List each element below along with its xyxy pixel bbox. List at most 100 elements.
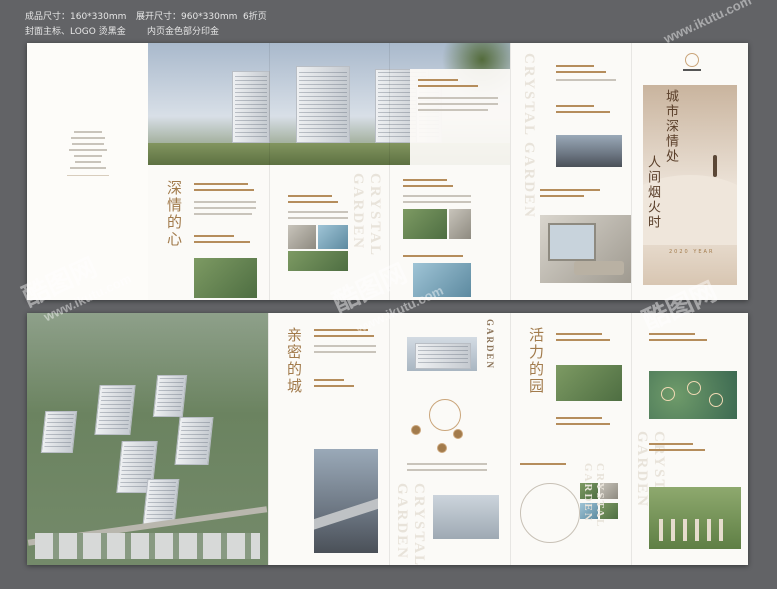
photo-families	[649, 487, 741, 549]
map-landscape-plan	[649, 371, 737, 419]
divider	[67, 175, 109, 176]
fold-line	[389, 43, 390, 300]
cover-year: 2020 YEAR	[669, 249, 715, 255]
text-line	[403, 179, 447, 181]
section-title-p2: 深情的心	[165, 180, 183, 248]
text-line	[288, 201, 338, 203]
panel-intro: 深情的心 CRYSTAL GARDEN	[148, 43, 510, 300]
text-line	[407, 463, 487, 465]
cover-title-line2: 人间烟火时	[645, 155, 660, 230]
text-line	[194, 183, 248, 185]
brochure-bottom-sheet: 亲密的城 GARDEN CRYSTAL GARDEN 活力的园 CRYSTAL …	[27, 313, 748, 565]
map-marker	[661, 387, 675, 401]
diagram-circle	[520, 483, 580, 543]
panel-amenities: GARDEN CRYSTAL GARDEN	[389, 313, 510, 565]
text-line	[403, 201, 471, 203]
logo-text	[683, 69, 701, 71]
site-watermark-url: www.ikutu.com	[661, 0, 754, 47]
photo-interior	[288, 225, 316, 249]
english-watermark: CRYSTAL GARDEN	[582, 463, 606, 528]
cover-title-line1: 城市深情处	[663, 89, 678, 164]
building	[152, 375, 188, 417]
text-line	[74, 155, 102, 157]
text-line	[556, 423, 610, 425]
text-line	[194, 207, 256, 209]
photo-facade	[556, 135, 622, 167]
panel-living: CRYSTAL GARDEN	[510, 43, 631, 300]
text-line	[649, 443, 693, 445]
text-line	[407, 469, 487, 471]
text-line	[314, 385, 354, 387]
text-line	[556, 79, 616, 81]
photo-garden	[288, 251, 348, 271]
text-line	[71, 137, 105, 139]
map-marker	[709, 393, 723, 407]
aerial-render	[27, 313, 268, 565]
text-line	[649, 449, 705, 451]
text-line	[314, 345, 376, 347]
text-line	[556, 333, 602, 335]
figure-silhouette	[713, 155, 717, 177]
text-line	[418, 109, 488, 111]
english-watermark: CRYSTAL GARDEN	[350, 173, 383, 257]
brochure-top-sheet: 深情的心 CRYSTAL GARDEN CRYSTAL GARDEN 城市深情处…	[27, 43, 748, 300]
photo-lobby	[449, 209, 471, 239]
spec-unfolded: 展开尺寸：960*330mm	[136, 12, 238, 22]
people	[659, 519, 731, 541]
text-line	[288, 195, 332, 197]
panel-front-cover: 城市深情处 人间烟火时 2020 YEAR	[631, 43, 748, 300]
amenity-icon	[411, 425, 421, 435]
text-line	[556, 111, 610, 113]
text-line	[556, 105, 594, 107]
logo-mark	[685, 53, 699, 67]
building	[94, 385, 136, 435]
photo-livingroom	[540, 215, 631, 283]
map-marker	[687, 381, 701, 395]
text-line	[288, 217, 348, 219]
text-line	[520, 463, 566, 465]
text-line	[418, 103, 498, 105]
text-line	[194, 241, 250, 243]
english-watermark: CRYSTAL GARDEN	[521, 53, 537, 219]
text-line	[556, 71, 606, 73]
text-line	[74, 131, 102, 133]
spec-folds: 6折页	[243, 12, 267, 22]
text-line	[288, 211, 348, 213]
section-title-city: 亲密的城	[285, 327, 303, 395]
text-line	[403, 255, 463, 257]
text-line	[314, 379, 344, 381]
fold-line	[269, 43, 270, 300]
english-watermark: GARDEN	[485, 319, 495, 371]
building	[142, 479, 180, 525]
text-line	[194, 201, 256, 203]
text-line	[556, 65, 594, 67]
text-line	[70, 167, 106, 169]
low-buildings	[35, 533, 260, 559]
building	[415, 343, 471, 369]
window	[548, 223, 596, 261]
panel-park: CRYSTAL GARDEN	[631, 313, 748, 565]
text-line	[418, 85, 478, 87]
info-card	[410, 69, 510, 165]
building	[174, 417, 214, 465]
text-line	[403, 185, 453, 187]
text-line	[556, 417, 602, 419]
text-line	[540, 189, 600, 191]
text-line	[649, 339, 707, 341]
panel-city: 亲密的城	[268, 313, 389, 565]
text-line	[556, 339, 610, 341]
photo-children	[194, 258, 257, 298]
amenity-icon	[453, 429, 463, 439]
text-line	[72, 143, 104, 145]
text-line	[69, 149, 107, 151]
photo-landscape	[403, 209, 447, 239]
photo-pool	[318, 225, 348, 249]
sofa	[574, 261, 624, 275]
building	[40, 411, 78, 453]
text-line	[75, 161, 101, 163]
text-line	[403, 195, 471, 197]
overpass	[314, 497, 378, 531]
text-line	[314, 335, 374, 337]
section-title-vitality: 活力的园	[527, 327, 545, 395]
english-watermark: CRYSTAL GARDEN	[394, 483, 427, 565]
